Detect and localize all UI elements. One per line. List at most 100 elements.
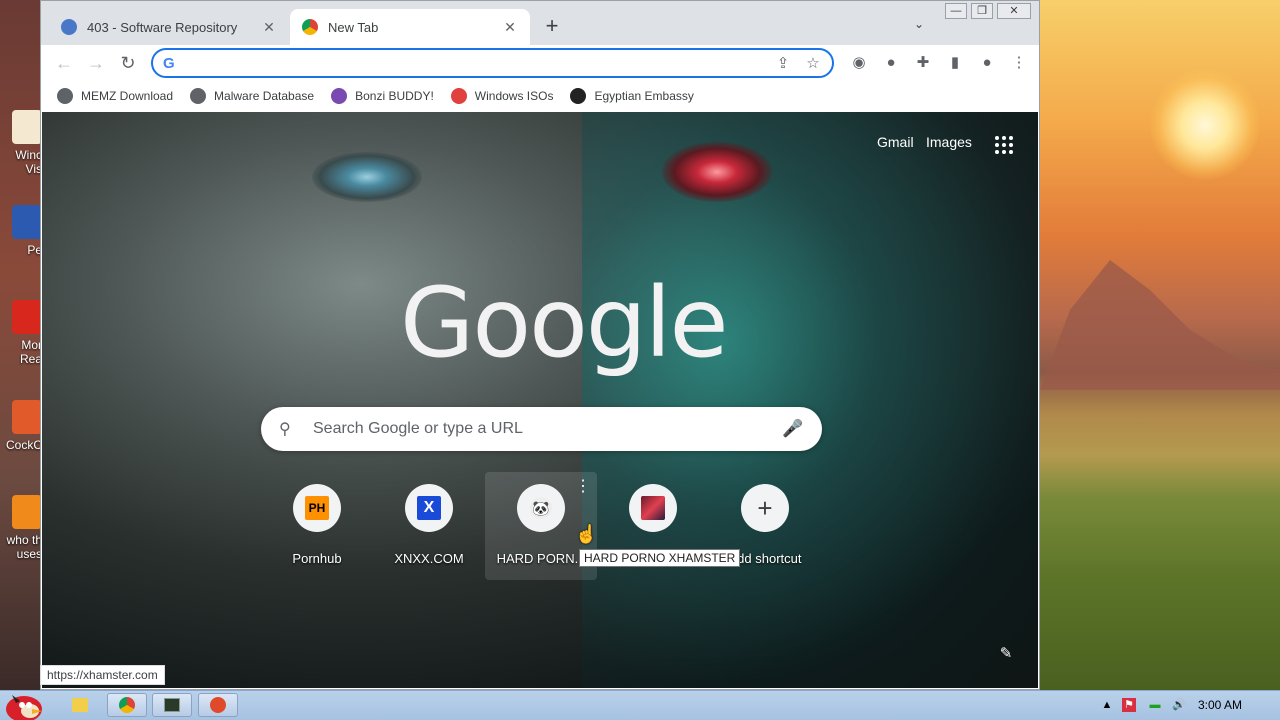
tab-software-repository[interactable]: 403 - Software Repository ✕ — [49, 9, 289, 45]
google-g-icon: G — [163, 54, 175, 72]
tray-expand-icon[interactable]: ▲ — [1100, 698, 1114, 712]
bookmark-label: Bonzi BUDDY! — [355, 89, 434, 103]
desktop-icon[interactable]: Mor Rea — [0, 300, 42, 366]
desktop-icon-label: Pe — [27, 243, 42, 257]
tray-flag-icon[interactable]: ⚑ — [1122, 698, 1136, 712]
bookmark-item[interactable]: Egyptian Embassy — [570, 88, 694, 104]
background-teal — [582, 112, 1038, 688]
share-icon[interactable]: ⇪ — [772, 54, 794, 72]
plus-icon: + — [757, 492, 773, 523]
pornhub-favicon: PH — [305, 496, 329, 520]
google-apps-icon[interactable] — [995, 136, 1013, 154]
extensions-puzzle-icon[interactable]: ✚ — [911, 51, 935, 75]
forward-button[interactable]: → — [84, 51, 108, 75]
bookmark-item[interactable]: Bonzi BUDDY! — [331, 88, 434, 104]
desktop-icon[interactable]: CockC — [0, 400, 42, 452]
desktop-app-icon — [12, 300, 42, 334]
gmail-link[interactable]: Gmail — [877, 134, 914, 150]
taskbar — [0, 690, 1280, 720]
taskbar-chrome[interactable] — [107, 693, 147, 717]
show-desktop-button[interactable] — [60, 693, 100, 717]
images-link[interactable]: Images — [926, 134, 972, 150]
new-tab-button[interactable]: + — [541, 15, 563, 37]
desktop-app-icon — [12, 110, 42, 144]
voice-search-icon[interactable]: 🎤 — [782, 419, 803, 439]
chrome-icon — [119, 697, 135, 713]
search-placeholder: Search Google or type a URL — [313, 420, 523, 437]
desktop-app-icon — [12, 495, 42, 529]
taskbar-clock[interactable]: 3:00 AM — [1198, 698, 1242, 712]
desktop-app-icon — [12, 400, 42, 434]
tab-search-button[interactable]: ⌄ — [911, 17, 927, 33]
shortcut-pornhub[interactable]: PH Pornhub — [261, 472, 373, 580]
desktop-icon[interactable]: who th uses — [0, 495, 42, 561]
tooltip: HARD PORNO XHAMSTER — [579, 549, 741, 567]
ntp-search-box[interactable]: ⚲ Search Google or type a URL 🎤 — [261, 407, 822, 451]
shortcut-icon: PH — [293, 484, 341, 532]
bookmark-label: Windows ISOs — [474, 89, 554, 103]
shortcut-menu-icon[interactable]: ⋮ — [575, 478, 591, 496]
desktop-icon[interactable]: Winc Vis — [0, 110, 42, 176]
taskbar-terminal[interactable] — [152, 693, 192, 717]
tab-title: 403 - Software Repository — [87, 19, 238, 35]
volume-icon[interactable]: 🔊 — [1172, 698, 1186, 712]
rainbow-flag-icon — [450, 88, 467, 104]
minimize-button[interactable]: — — [945, 3, 967, 19]
close-window-button[interactable]: ✕ — [997, 3, 1031, 19]
flag-extension-icon[interactable]: ● — [879, 51, 903, 75]
wix-icon — [570, 88, 587, 104]
bookmark-item[interactable]: Malware Database — [190, 88, 314, 104]
side-panel-icon[interactable]: ▮ — [943, 51, 967, 75]
shortcut-label: Pornhub — [292, 551, 342, 566]
address-input[interactable] — [189, 55, 772, 71]
shortcut-icon: X — [405, 484, 453, 532]
xhamster-favicon: 🐼 — [530, 497, 552, 519]
close-tab-icon[interactable]: ✕ — [261, 19, 277, 36]
shortcut-xnxx[interactable]: X XNXX.COM — [373, 472, 485, 580]
battery-icon[interactable]: ▬ — [1148, 698, 1162, 712]
hand-cursor-icon: ☝ — [575, 524, 598, 544]
bonzi-icon — [331, 88, 348, 104]
wallpaper-mountain — [1040, 260, 1280, 390]
omnibox[interactable]: G ⇪ ☆ — [151, 48, 834, 78]
terminal-icon — [164, 698, 180, 712]
tab-strip: 403 - Software Repository ✕ New Tab ✕ + … — [41, 1, 1039, 45]
new-tab-page: Gmail Images Google ⚲ Search Google or t… — [42, 112, 1038, 688]
globe-icon — [61, 19, 77, 35]
shortcut-label: XNXX.COM — [394, 551, 464, 566]
desktop-icon-label: Winc Vis — [15, 148, 42, 176]
menu-kebab-icon[interactable]: ⋮ — [1007, 51, 1031, 75]
xnxx-favicon: X — [417, 496, 441, 520]
restore-button[interactable]: ❐ — [971, 3, 993, 19]
taskbar-app[interactable] — [198, 693, 238, 717]
toolbar: ← → ↻ G ⇪ ☆ ◉ ● ✚ ▮ ● ⋮ — [41, 45, 1039, 81]
profile-icon[interactable]: ● — [975, 51, 999, 75]
reload-button[interactable]: ↻ — [116, 51, 140, 75]
background-eye-left — [312, 152, 422, 202]
shortcut-icon — [629, 484, 677, 532]
bookmark-label: Malware Database — [214, 89, 315, 103]
bookmark-item[interactable]: MEMZ Download — [57, 88, 173, 104]
desktop-icon-label: who th uses — [6, 533, 42, 561]
desktop-icon[interactable]: Pe — [0, 205, 42, 257]
desktop-icon-label: Mor Rea — [19, 338, 42, 366]
site-favicon — [641, 496, 665, 520]
ublock-icon[interactable]: ◉ — [847, 51, 871, 75]
back-button[interactable]: ← — [52, 51, 76, 75]
bookmark-label: MEMZ Download — [81, 89, 174, 103]
close-tab-icon[interactable]: ✕ — [502, 19, 518, 36]
start-button-angry-bird-icon[interactable] — [2, 691, 48, 720]
chrome-icon — [302, 19, 318, 35]
globe-icon — [190, 88, 207, 104]
background-eye-right — [662, 142, 772, 202]
bookmark-star-icon[interactable]: ☆ — [802, 54, 824, 72]
status-bubble: https://xhamster.com — [40, 665, 165, 685]
tab-new-tab[interactable]: New Tab ✕ — [290, 9, 530, 45]
bookmark-label: Egyptian Embassy — [594, 89, 694, 103]
search-icon: ⚲ — [279, 421, 291, 438]
bookmark-item[interactable]: Windows ISOs — [450, 88, 554, 104]
desktop-app-icon — [12, 205, 42, 239]
folder-icon — [72, 698, 88, 712]
desktop-icon-label: CockC — [5, 438, 42, 452]
customize-pencil-icon[interactable]: ✎ — [997, 644, 1015, 662]
